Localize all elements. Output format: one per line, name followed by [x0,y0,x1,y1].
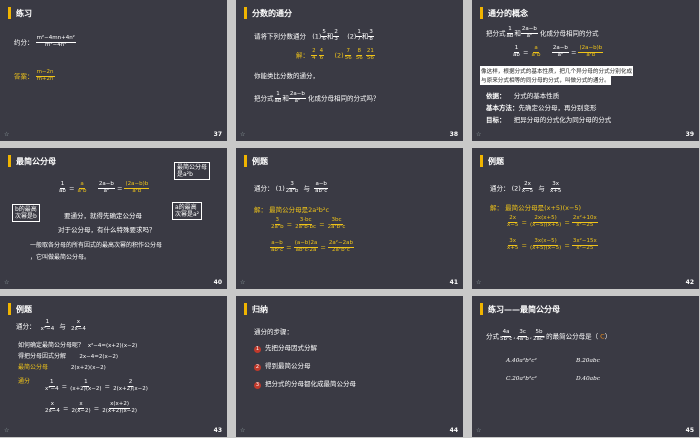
step-2: 2 得到最简公分母 [254,362,311,371]
callout-b-power: b的最高 次幂是b [12,204,40,223]
slide-title: 例题 [16,304,32,314]
solution-label: 解： 最简公分母是2a²b²c [254,206,330,214]
step-number-icon: 3 [254,382,261,389]
slide-38[interactable]: 分数的通分 请将下列分数通分 (1) 5 6 和 2 3 (2) 1 7 和 3 8 解： 24 4… [236,0,463,141]
solution-line: 解： 24 46 (2) 7 56 8 56 21 56 [296,48,375,61]
slide-title: 通分的概念 [488,8,528,18]
slide-header: 例题 [480,154,504,168]
callout-a-power: a的最高 次幂是a² [172,202,203,221]
slide-number: 43 [213,427,222,434]
slide-number: 39 [685,131,694,138]
prompt: 请将下列分数通分 [254,32,306,41]
slide-44[interactable]: 归纳 通分的步骤： 1 先把分母因式分解 2 得到最简公分母 3 把分式的分母都化成最… [236,296,463,437]
slide-title: 例题 [252,156,268,166]
slide-45[interactable]: 练习——最简公分母 分式 4a 5b²c, 3c 4a²b, 5b 2ac² 的最简公分母是（… [472,296,699,437]
question-1: 要通分，就得先确定公分母 [64,212,142,220]
goal-line: 目标： 把异分母的分式化为同分母的分式 [486,116,612,124]
definition-line-2: 与原来分式相等的同分母的分式，叫做分式的通分。 [480,75,611,85]
p1: (1) [312,32,322,41]
label: 约分： [14,38,34,47]
result-row-1: 3 2a²b = 3·bc 2a²b·bc = 3bc 2a²b²c [271,217,346,230]
equation-line: 1 ab = a a²b 2a−b a² = (2a−b)b a²b [513,45,604,58]
slide-37[interactable]: 练习 约分： m²−4mn+4n² m²−4n² 答案： m−2n m+2n ☆ 3… [0,0,227,141]
star-icon: ☆ [4,427,10,434]
slide-header: 最简公分母 [8,154,56,168]
slide-42[interactable]: 例题 通分： (2) 2x x−5 与 3x x+5 解： 最简公分母是(x+5)(x… [472,148,699,289]
definition-2: ，它叫做最简公分母。 [30,254,91,261]
slide-title: 最简公分母 [16,156,56,166]
step-3: 3 把分式的分母都化成最简公分母 [254,380,356,389]
slide-number: 37 [213,131,222,138]
slide-40[interactable]: 最简公分母 1 ab = a a²b 2a−b a² = (2a−b)b a²b 最简公… [0,148,227,289]
result-row-1: 1 x²−4 = 1 (x+2)(x−2) = 2 2(x+2)(x−2) [45,379,148,392]
slide-41[interactable]: 例题 通分： (1) 3 2a²b 与 a−b ab²c 解： 最简公分母是2a²b²… [236,148,463,289]
basis-line: 依据： 分式的基本性质 [486,92,560,100]
question-2: 对于公分母，有什么特殊要求吗？ [58,226,156,234]
result-row-2: x 2x−4 = x 2(x−2) = x(x+2) 2(x+2)(x−2) [45,401,138,414]
definition-1: 一般取各分母的所有因式的最高次幂的积作公分母 [30,242,163,249]
slide-title: 练习——最简公分母 [488,304,560,314]
step-factor: 得把分母因式分解 2x−4=2(x−2) [18,353,118,360]
result-row-2: a−b ab²c = (a−b)2a ab²c·2a = 2a²−2ab 2a²b²c [270,240,354,253]
slide-header: 通分的概念 [480,6,528,20]
option-a[interactable]: A.40a²b²c² [506,358,537,364]
fraction-row: 1 ab = a a²b 2a−b a² = (2a−b)b a²b [59,181,150,194]
slide-header: 例题 [8,302,32,316]
star-icon: ☆ [476,131,482,138]
slide-number: 44 [449,427,458,434]
step-number-icon: 1 [254,346,261,353]
answer-line: 答案： m−2n m+2n [14,69,55,83]
result-row-1: 2x x−5 = 2x(x+5) (x−5)(x+5) = 2x²+10x x²−25 [507,215,598,228]
star-icon: ☆ [476,279,482,286]
slide-header: 练习 [8,6,32,20]
star-icon: ☆ [240,427,246,434]
slide-number: 45 [685,427,694,434]
option-c[interactable]: C.20a²b²c² [506,376,537,382]
step-question: 如何确定最简公分母呢？ x²−4=(x+2)(x−2) [18,342,138,349]
star-icon: ☆ [4,279,10,286]
slide-39[interactable]: 通分的概念 把分式 1 ab 和 2a−b a² 化成分母相同的分式 1 ab = a a²b… [472,0,699,141]
simplify-line: 约分： m²−4mn+4n² m²−4n² [14,35,76,49]
slide-title: 例题 [488,156,504,166]
task-line: 通分： (2) 2x x−5 与 3x x+5 [490,181,562,194]
slide-number: 38 [449,131,458,138]
slide-header: 练习——最简公分母 [480,302,560,316]
step-number-icon: 2 [254,364,261,371]
slide-title: 练习 [16,8,32,18]
slide-number: 41 [449,279,458,286]
star-icon: ☆ [240,131,246,138]
option-b[interactable]: B.20abc [576,358,600,364]
star-icon: ☆ [240,279,246,286]
denominator: m²−4n² [45,41,67,48]
intro-line: 把分式 1 ab 和 2a−b a² 化成分母相同的分式 [486,26,599,39]
slide-header: 分数的通分 [244,6,292,20]
slide-43[interactable]: 例题 通分： 1 x²−4 与 x 2x−4 如何确定最简公分母呢？ x²−4=(x… [0,296,227,437]
result-row-2: 3x x+5 = 3x(x−5) (x+5)(x−5) = 3x²−15x x²−25 [507,238,598,251]
steps-title: 通分的步骤： [254,328,293,336]
denominator: m+2n [36,75,54,82]
star-icon: ☆ [476,427,482,434]
option-d[interactable]: D.40abc [576,376,600,382]
question-line: 分式 4a 5b²c, 3c 4a²b, 5b 2ac² 的最简公分母是（ C） [486,329,612,342]
slide-title: 归纳 [252,304,268,314]
solution-label: 解： 最简公分母是(x+5)(x−5) [490,204,582,212]
callout-lcd: 最简公分母 是a²b [174,162,211,181]
task-line: 通分： (1) 3 2a²b 与 a−b ab²c [254,181,328,194]
question-line-1: 你能类比分数的通分， [254,72,319,80]
method-line: 基本方法：先确定公分母，再分别变形 [486,104,597,112]
slide-header: 例题 [244,154,268,168]
step-lcd: 最简公分母 2(x+2)(x−2) [18,364,106,371]
problem-line: 请将下列分数通分 (1) 5 6 和 2 3 (2) 1 7 和 3 8 [254,29,374,42]
slide-header: 归纳 [244,302,268,316]
star-icon: ☆ [4,131,10,138]
slide-number: 42 [685,279,694,286]
question-line-2: 把分式 1 ab 和 2a−b a² 化成分母相同的分式吗？ [254,91,380,104]
step-common: 通分 [18,378,31,385]
slide-number: 40 [213,279,222,286]
label: 答案： [14,72,34,81]
slide-title: 分数的通分 [252,8,292,18]
step-1: 1 先把分母因式分解 [254,344,317,353]
task-line: 通分： 1 x²−4 与 x 2x−4 [16,319,86,332]
